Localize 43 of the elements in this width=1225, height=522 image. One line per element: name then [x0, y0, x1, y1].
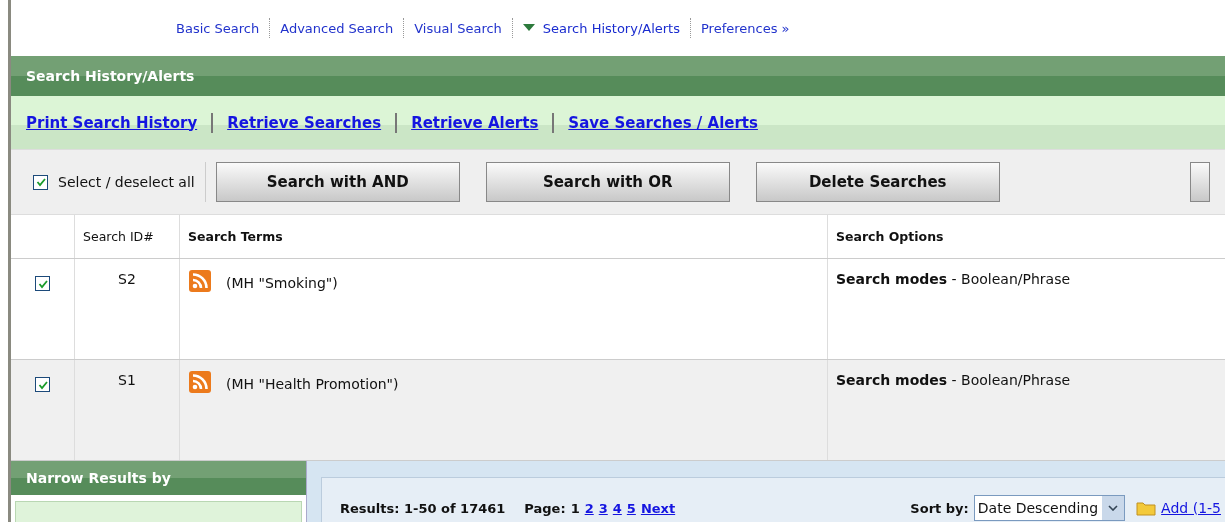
panel-link[interactable]: Save Searches / Alerts	[568, 113, 758, 132]
header-cell: Search Terms	[180, 215, 828, 258]
panel-header: Narrow Results by	[11, 461, 306, 495]
panel-link[interactable]: Retrieve Searches	[227, 113, 382, 132]
page-link[interactable]: 5	[626, 500, 636, 516]
search-options: Search modes - Boolean/Phrase	[836, 372, 1071, 388]
panel-link[interactable]: Retrieve Alerts	[411, 113, 539, 132]
search-options: Search modes - Boolean/Phrase	[836, 271, 1071, 287]
header-cell-text: Search Options	[835, 228, 945, 246]
panel-header: Search History/Alerts	[11, 56, 1225, 96]
sort-label: Sort by:	[910, 500, 969, 516]
toolbar-button[interactable]: Delete Searches	[755, 162, 1000, 202]
nav-link[interactable]: Basic Search	[166, 20, 270, 36]
page-link[interactable]: 3	[598, 500, 608, 516]
sort-dropdown[interactable]: Date Descending	[973, 495, 1126, 521]
results-count: Results: 1-50 of 17461	[340, 500, 506, 516]
add-link[interactable]: Add (1-5	[1161, 500, 1221, 516]
checkbox[interactable]	[35, 377, 50, 392]
next-link[interactable]: Next	[640, 500, 676, 516]
rss-icon[interactable]	[188, 370, 212, 394]
search-id: S2	[118, 271, 136, 287]
page-link[interactable]: 4	[612, 500, 622, 516]
header-cell: Search ID#	[75, 215, 180, 258]
toolbar-button[interactable]	[1189, 162, 1210, 202]
panel-link[interactable]: Print Search History	[26, 113, 198, 132]
checkbox-label: Select / deselect all	[58, 174, 195, 190]
page-label: Page:	[524, 500, 566, 516]
nav-link[interactable]: Search History/Alerts	[512, 20, 690, 36]
page-link[interactable]: 2	[584, 500, 594, 516]
toolbar-button[interactable]: Search with AND	[215, 162, 460, 202]
nav-link[interactable]: Visual Search	[404, 20, 512, 36]
checkbox[interactable]	[35, 276, 50, 291]
checkbox[interactable]	[33, 174, 48, 190]
page-link[interactable]: 1	[570, 500, 580, 516]
caret-icon	[522, 24, 535, 32]
nav-link[interactable]: Advanced Search	[270, 20, 404, 36]
folder-icon	[1136, 500, 1157, 516]
nav-link[interactable]: Preferences »	[691, 20, 800, 36]
toolbar-button[interactable]: Search with OR	[485, 162, 730, 202]
rss-icon[interactable]	[188, 269, 212, 293]
search-id: S1	[118, 372, 136, 388]
search-terms: (MH "Smoking")	[226, 274, 338, 291]
search-terms: (MH "Health Promotion")	[226, 375, 399, 392]
